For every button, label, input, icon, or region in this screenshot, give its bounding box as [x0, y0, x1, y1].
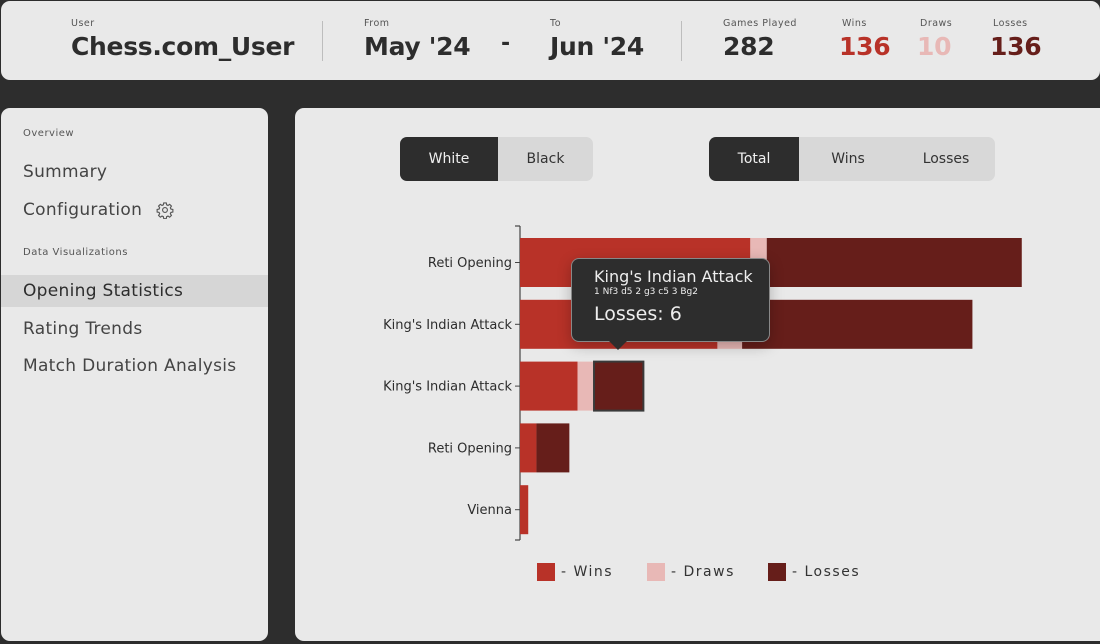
legend-item-losses: - Losses [768, 563, 860, 581]
tooltip-moves: 1 Nf3 d5 2 g3 c5 3 Bg2 [594, 287, 698, 297]
y-tick-label: Reti Opening [428, 441, 512, 456]
user-value: Chess.com_User [71, 32, 295, 61]
bar-segment-losses[interactable] [536, 423, 570, 473]
bar-segment-wins[interactable] [520, 423, 537, 473]
section-overview: Overview [23, 128, 75, 139]
to-value[interactable]: Jun '24 [550, 32, 644, 61]
bar-segment-wins[interactable] [520, 485, 529, 535]
legend-item-draws: - Draws [647, 563, 735, 581]
header-divider [322, 21, 323, 61]
tooltip-value: Losses: 6 [594, 303, 682, 325]
chart-tooltip: King's Indian Attack 1 Nf3 d5 2 g3 c5 3 … [571, 258, 770, 350]
sidebar-item-opening-statistics[interactable]: Opening Statistics [1, 275, 268, 307]
y-tick-label: King's Indian Attack [383, 318, 512, 333]
sidebar-item-summary[interactable]: Summary [1, 156, 268, 188]
losses-group: Losses 136 [990, 18, 1042, 61]
legend-swatch-draws [647, 563, 665, 581]
sidebar-item-match-duration-analysis[interactable]: Match Duration Analysis [1, 350, 268, 382]
legend-swatch-losses [768, 563, 786, 581]
games-group: Games Played 282 [723, 18, 797, 61]
wins-group: Wins 136 [839, 18, 891, 61]
user-group: User Chess.com_User [71, 18, 294, 61]
gear-icon[interactable] [156, 201, 174, 219]
header-divider [681, 21, 682, 61]
games-value: 282 [723, 32, 775, 61]
y-tick-label: Reti Opening [428, 256, 512, 271]
from-label: From [364, 18, 390, 29]
bar-segment-losses[interactable] [593, 360, 645, 412]
tooltip-title: King's Indian Attack [594, 267, 753, 286]
from-value[interactable]: May '24 [364, 32, 471, 61]
sidebar-item-label: Rating Trends [23, 319, 143, 339]
losses-label: Losses [993, 18, 1028, 29]
tooltip-arrow [609, 341, 627, 350]
section-data-visualizations: Data Visualizations [23, 247, 128, 258]
bar-segment-losses[interactable] [766, 238, 1022, 287]
bar-segment-losses[interactable] [742, 299, 973, 349]
legend-label-losses: - Losses [792, 564, 861, 580]
sidebar-item-label: Summary [23, 162, 108, 182]
legend-item-wins: - Wins [537, 563, 613, 581]
user-label: User [71, 18, 95, 29]
sidebar-item-label: Opening Statistics [23, 281, 184, 301]
draws-label: Draws [920, 18, 953, 29]
games-label: Games Played [723, 18, 797, 29]
legend-label-wins: - Wins [561, 564, 614, 580]
bar-segment-draws[interactable] [577, 361, 595, 411]
opening-bar-chart: Reti OpeningKing's Indian AttackKing's I… [383, 225, 1022, 541]
y-tick-label: King's Indian Attack [383, 380, 512, 395]
wins-value: 136 [839, 32, 891, 61]
to-group[interactable]: To Jun '24 [550, 18, 644, 61]
sidebar-item-label: Configuration [23, 200, 143, 220]
wins-label: Wins [842, 18, 867, 29]
main-panel: White Black Total Wins Losses Reti Openi… [295, 108, 1100, 641]
sidebar-item-label: Match Duration Analysis [23, 356, 237, 376]
bar-segment-wins[interactable] [520, 361, 578, 411]
legend-swatch-wins [537, 563, 555, 581]
to-label: To [550, 18, 562, 29]
draws-value: 10 [917, 32, 952, 61]
sidebar-item-rating-trends[interactable]: Rating Trends [1, 313, 268, 345]
from-group[interactable]: From May '24 [364, 18, 471, 61]
draws-group: Draws 10 [917, 18, 952, 61]
losses-value: 136 [990, 32, 1042, 61]
sidebar: Overview Summary Configuration Data Visu… [1, 108, 268, 641]
legend-label-draws: - Draws [671, 564, 735, 580]
sidebar-item-configuration[interactable]: Configuration [1, 194, 268, 226]
stats-header: User Chess.com_User From May '24 - To Ju… [1, 1, 1100, 80]
y-tick-label: Vienna [467, 503, 512, 518]
range-separator: - [501, 31, 511, 56]
